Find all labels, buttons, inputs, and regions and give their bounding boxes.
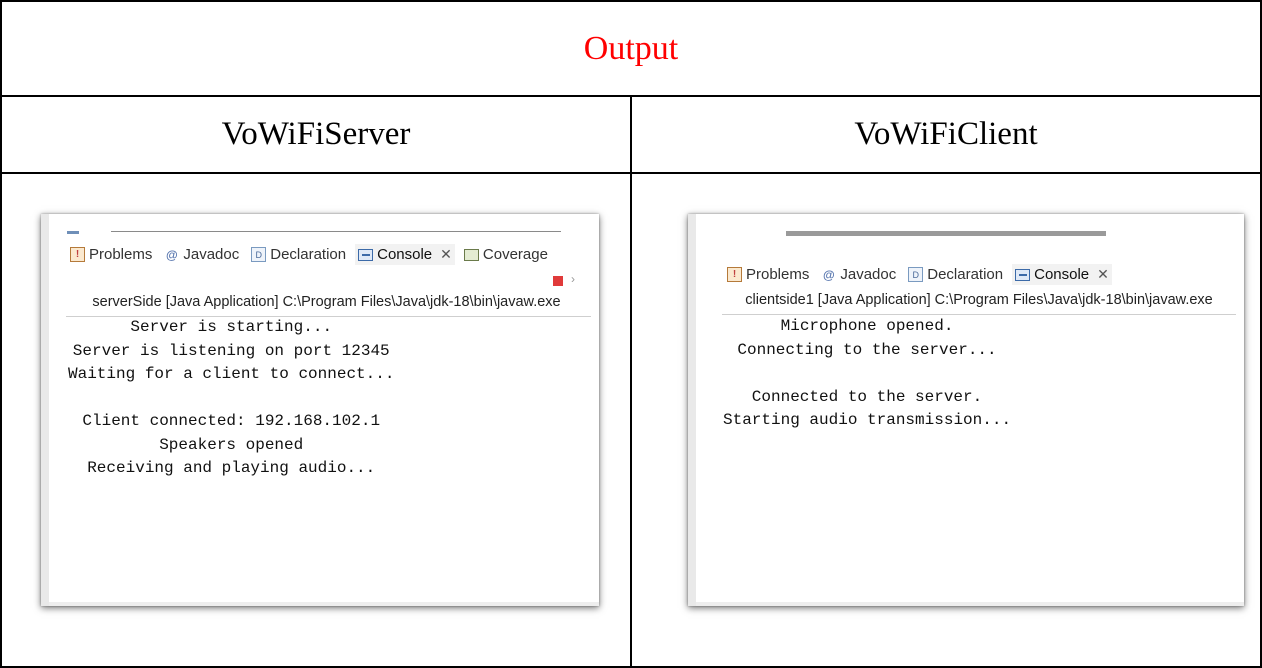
client-console-window: ! Problems @ Javadoc D Declaration Conso… [688, 214, 1244, 606]
console-output: Microphone opened. Connecting to the ser… [723, 315, 1011, 433]
tab-declaration[interactable]: D Declaration [905, 264, 1006, 285]
coverage-icon [463, 248, 479, 261]
javadoc-icon: @ [823, 267, 835, 282]
console-line: Microphone opened. [780, 317, 954, 335]
console-line: Connecting to the server... [737, 340, 997, 359]
declaration-icon: D [251, 247, 267, 262]
launch-text: serverSide [Java Application] C:\Program… [92, 294, 561, 310]
tab-label: Problems [746, 266, 810, 283]
terminate-icon[interactable] [553, 276, 563, 286]
close-icon[interactable]: ✕ [1097, 266, 1109, 283]
scrollbar[interactable] [688, 214, 696, 606]
console-line: Starting audio transmission... [723, 411, 1012, 429]
problems-icon: ! [70, 247, 85, 262]
javadoc-icon: @ [166, 247, 178, 262]
console-line: Receiving and playing audio... [87, 459, 376, 477]
tab-coverage[interactable]: Coverage [461, 244, 551, 265]
tab-label: Coverage [482, 246, 548, 263]
tab-label: Console [1034, 266, 1090, 283]
console-line: Connected to the server. [751, 387, 983, 406]
client-screenshot-cell: ! Problems @ Javadoc D Declaration Conso… [630, 172, 1262, 668]
problems-icon: ! [727, 267, 742, 282]
console-line: Speakers opened [159, 435, 304, 454]
editor-divider [111, 231, 561, 232]
tab-label: Console [377, 246, 433, 263]
close-icon[interactable]: ✕ [440, 246, 452, 263]
console-line: Waiting for a client to connect... [68, 365, 395, 383]
tab-label: Declaration [927, 266, 1004, 283]
console-line: Server is starting... [130, 318, 333, 336]
scrollbar-horizontal[interactable] [696, 602, 1244, 606]
console-line: Server is listening on port 12345 [72, 341, 390, 360]
tab-console[interactable]: Console ✕ [1012, 264, 1112, 285]
console-output: Server is starting... Server is listenin… [68, 316, 394, 481]
tab-problems[interactable]: ! Problems [67, 244, 155, 265]
tab-label: Problems [89, 246, 153, 263]
more-icon[interactable]: › [571, 272, 575, 286]
tab-problems[interactable]: ! Problems [724, 264, 812, 285]
column-header-client: VoWiFiClient [630, 95, 1262, 174]
scroll-thumb[interactable] [786, 231, 1106, 236]
column-header-server: VoWiFiServer [0, 95, 632, 174]
launch-config-label: clientside1 [Java Application] C:\Progra… [722, 292, 1236, 315]
tab-console[interactable]: Console ✕ [355, 244, 455, 265]
scrollbar-horizontal[interactable] [49, 602, 599, 606]
tab-javadoc[interactable]: @ Javadoc [818, 264, 899, 285]
launch-config-label: serverSide [Java Application] C:\Program… [66, 294, 591, 317]
tab-javadoc[interactable]: @ Javadoc [161, 244, 242, 265]
tab-label: Javadoc [840, 266, 897, 283]
console-icon [358, 248, 374, 261]
server-console-window: ! Problems @ Javadoc D Declaration Conso… [41, 214, 599, 606]
console-line: Client connected: 192.168.102.1 [82, 412, 381, 430]
declaration-icon: D [908, 267, 924, 282]
table-title: Output [0, 0, 1262, 97]
view-tabs: ! Problems @ Javadoc D Declaration Conso… [67, 244, 551, 265]
scrollbar[interactable] [41, 214, 49, 606]
console-icon [1015, 268, 1031, 281]
output-table: Output VoWiFiServer VoWiFiClient ! Probl… [0, 0, 1262, 668]
tab-declaration[interactable]: D Declaration [248, 244, 349, 265]
server-screenshot-cell: ! Problems @ Javadoc D Declaration Conso… [0, 172, 632, 668]
tab-label: Declaration [270, 246, 347, 263]
launch-text: clientside1 [Java Application] C:\Progra… [745, 292, 1213, 308]
toolbar-indicator [67, 231, 79, 234]
view-tabs: ! Problems @ Javadoc D Declaration Conso… [724, 264, 1112, 285]
tab-label: Javadoc [183, 246, 240, 263]
